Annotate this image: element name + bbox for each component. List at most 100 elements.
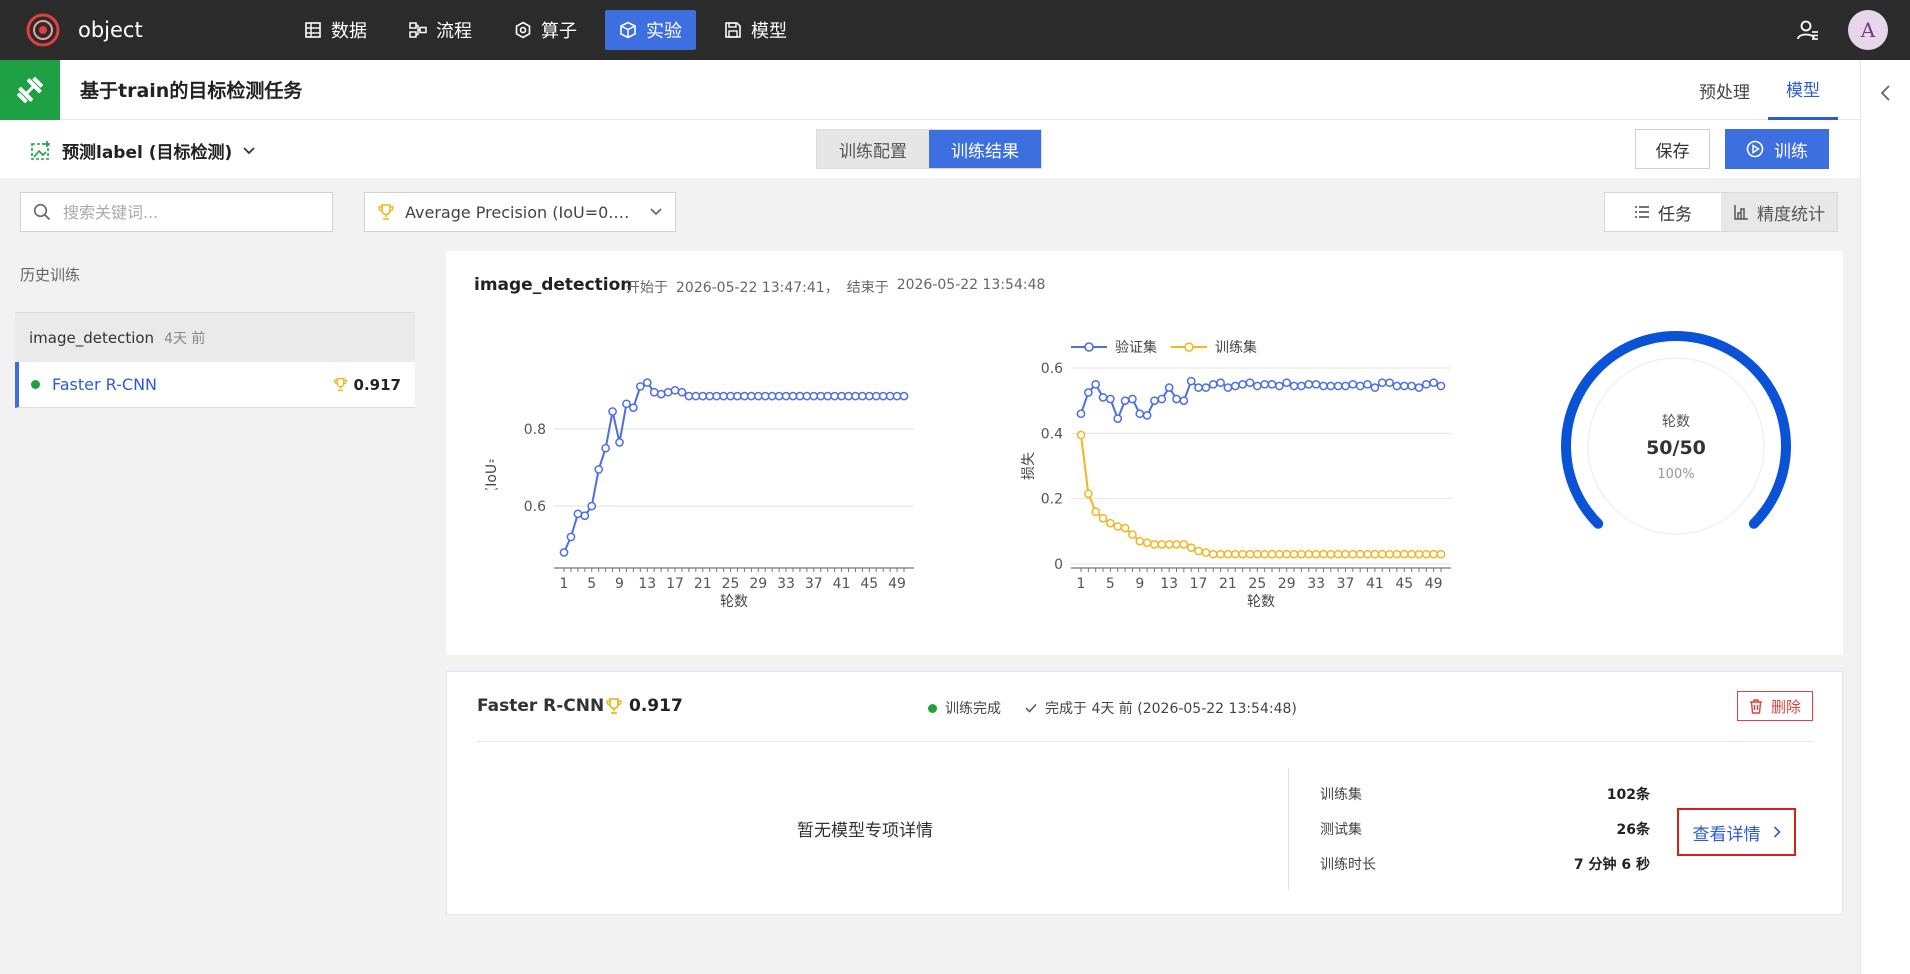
legend-marker [1184,342,1194,352]
end-prefix: 结束于 [846,280,889,296]
data-point [1436,549,1446,559]
y-tick-label: 0.4 [1041,426,1063,442]
data-point [642,378,652,387]
stat-train-duration: 训练时长 7 分钟 6 秒 [1320,854,1650,874]
x-tick-label: 13 [638,576,656,592]
data-point [1341,381,1350,391]
data-point [1194,383,1203,392]
data-point [1348,379,1358,389]
data-point [1164,383,1174,392]
stat-label: 训练集 [1320,787,1362,803]
gauge-label: 轮数 [1662,414,1690,430]
data-point [823,391,833,401]
data-point [1282,378,1292,388]
save-icon [725,22,741,38]
table-icon [305,22,321,38]
save-button[interactable]: 保存 [1635,129,1710,169]
data-point [1186,543,1196,553]
nav-model[interactable]: 模型 [710,10,801,50]
nav-operator[interactable]: 算子 [500,10,591,50]
loss-chart: 0 0.2 0.4 0.6 1 5 9 13 17 21 25 29 33 37 41 45 49 轮数 损失 验证集… [1021,339,1451,610]
metric-select[interactable]: Average Precision (IoU=0.… [364,192,676,232]
data-point [1164,540,1174,549]
x-tick-label: 5 [587,576,596,592]
data-point [788,391,798,401]
run-score-value: 0.917 [353,375,401,394]
chevron-left-icon[interactable] [1879,84,1891,102]
y-tick-label: 0.6 [1041,361,1063,377]
train-button[interactable]: 训练 [1725,129,1829,169]
view-details-button[interactable]: 查看详情 [1677,808,1796,856]
collapse-panel [1860,60,1910,974]
data-point [1319,549,1328,559]
nav-experiment[interactable]: 实验 [605,10,696,50]
data-point [767,391,777,401]
data-point [1407,381,1416,391]
delete-button[interactable]: 删除 [1737,691,1813,721]
user-manage-icon[interactable] [1796,18,1820,42]
search-input[interactable] [63,202,303,222]
nav-flow[interactable]: 流程 [395,10,486,50]
x-tick-label: 45 [860,576,878,592]
x-tick-label: 21 [694,576,712,592]
data-point [1223,549,1233,559]
avatar[interactable]: A [1848,10,1888,50]
predict-label-dropdown[interactable]: 预测label (目标检测) [30,138,256,163]
end-time: 2026-05-22 13:54:48 [896,277,1046,293]
x-tick-label: 49 [1425,576,1443,592]
data-point [587,501,597,511]
tab-model[interactable]: 模型 [1768,60,1838,120]
data-point [1333,381,1343,391]
data-point [1282,549,1292,559]
view-details-label: 查看详情 [1692,824,1761,845]
data-point [1172,394,1181,404]
list-icon [1635,206,1649,218]
data-point [1186,376,1196,386]
data-point [1377,378,1387,388]
history-group[interactable]: image_detection 4天 前 [15,312,415,362]
data-point [1076,430,1086,440]
data-point [649,387,659,397]
completed-info: 完成于 4天 前 (2026-05-22 13:54:48) [1025,698,1297,718]
data-point [830,391,839,401]
data-point [726,391,735,401]
x-tick-label: 41 [1366,576,1384,592]
data-point [1106,518,1115,528]
predict-label-text: 预测label (目标检测) [62,143,233,163]
data-point [705,391,715,401]
data-point [1106,394,1115,404]
app-logo-icon[interactable] [26,13,60,47]
data-point [670,385,680,395]
x-tick-label: 41 [833,576,851,592]
view-task-label: 任务 [1658,204,1692,225]
data-point [837,391,846,401]
tab-preprocess[interactable]: 预处理 [1681,60,1768,120]
data-point [1083,489,1093,499]
nav-data[interactable]: 数据 [290,10,381,50]
view-task-button[interactable]: 任务 [1605,193,1721,231]
run-score: 0.917 [333,376,415,394]
data-point [1135,536,1145,546]
data-point [844,391,853,401]
data-point [608,407,617,416]
data-point [1179,540,1189,549]
history-run-item[interactable]: Faster R-CNN 0.917 [15,362,415,408]
x-tick-label: 9 [615,576,624,592]
data-point [1399,549,1409,559]
data-point [1297,549,1306,559]
y-tick-label: 0.6 [524,499,546,515]
data-point [1252,549,1262,559]
x-tick-label: 21 [1219,576,1237,592]
view-stats-button[interactable]: 精度统计 [1721,193,1837,231]
chevron-down-icon [243,146,255,154]
data-point [1370,383,1380,392]
tab-train-config[interactable]: 训练配置 [817,130,929,168]
page-header: 基于train的目标检测任务 预处理 模型 [0,59,1860,120]
stat-train-count: 训练集 102条 [1320,784,1650,804]
data-point [864,391,874,401]
app-name[interactable]: object [78,18,143,42]
tab-train-result[interactable]: 训练结果 [929,130,1041,168]
data-point [1208,549,1218,559]
data-point [1363,379,1372,389]
x-tick-label: 13 [1160,576,1178,592]
